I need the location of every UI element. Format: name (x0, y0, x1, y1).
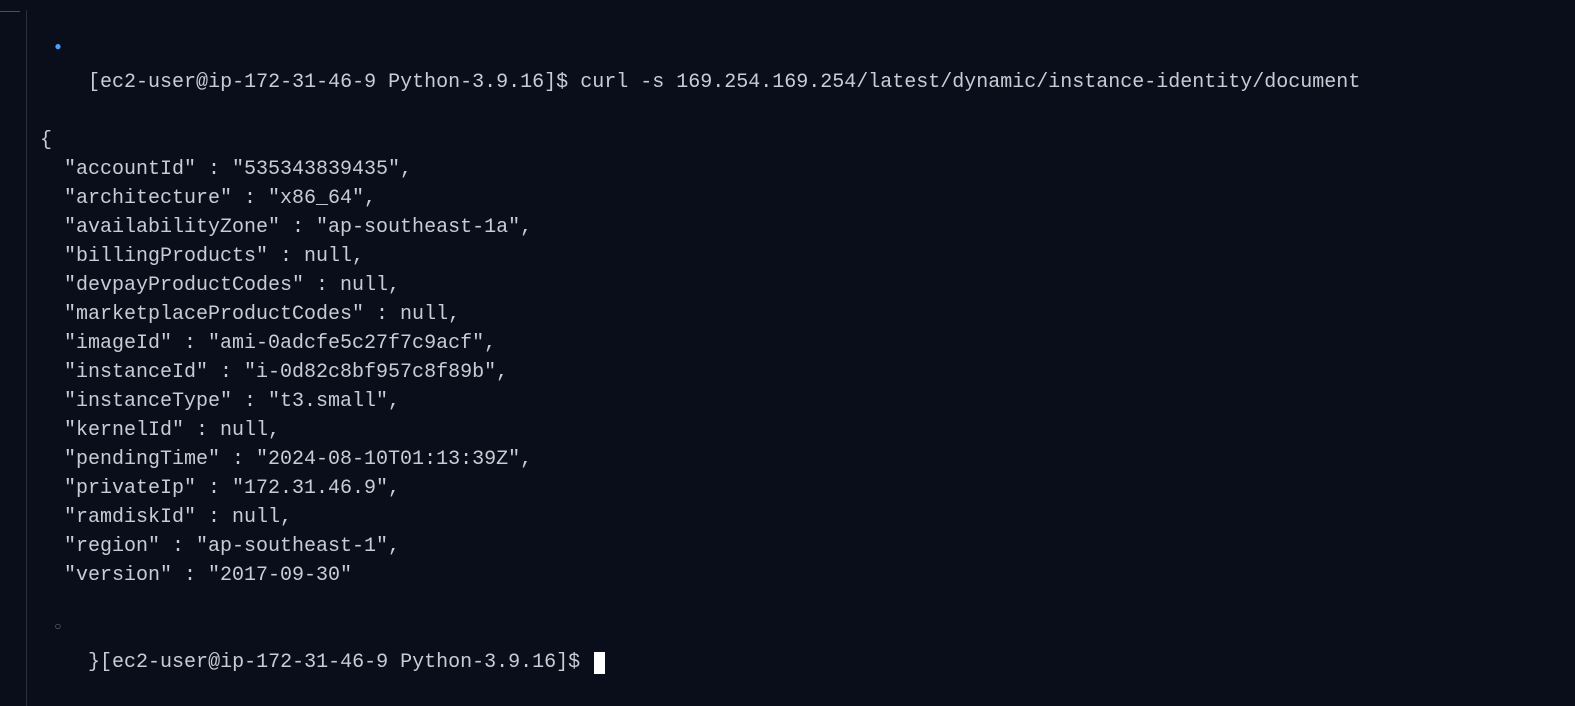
prompt-dir: Python-3.9.16 (388, 71, 544, 94)
prompt2-symbol: $ (568, 651, 580, 674)
json-line-billingproducts: "billingProducts" : null, (40, 242, 1575, 271)
command-text: curl -s 169.254.169.254/latest/dynamic/i… (580, 71, 1360, 94)
json-line-ramdiskid: "ramdiskId" : null, (40, 503, 1575, 532)
prompt2-dir: Python-3.9.16 (400, 651, 556, 674)
prompt2-host: ip-172-31-46-9 (220, 651, 388, 674)
terminal-window[interactable]: ● [ec2-user@ip-172-31-46-9 Python-3.9.16… (0, 10, 1575, 706)
prompt-close-bracket: ] (544, 71, 556, 94)
json-line-marketplaceproductcodes: "marketplaceProductCodes" : null, (40, 300, 1575, 329)
prompt-open-bracket: [ (88, 71, 100, 94)
prompt-user: ec2-user (100, 71, 196, 94)
gutter-border (26, 10, 27, 706)
json-line-kernelid: "kernelId" : null, (40, 416, 1575, 445)
prompt-host: ip-172-31-46-9 (208, 71, 376, 94)
json-line-imageid: "imageId" : "ami-0adcfe5c27f7c9acf", (40, 329, 1575, 358)
prompt-space (376, 71, 388, 94)
prompt-command-space (568, 71, 580, 94)
prompt-at: @ (196, 71, 208, 94)
json-line-instanceid: "instanceId" : "i-0d82c8bf957c8f89b", (40, 358, 1575, 387)
gutter-marker-hollow-icon: ○ (52, 619, 64, 636)
json-line-architecture: "architecture" : "x86_64", (40, 184, 1575, 213)
cursor (594, 652, 605, 674)
json-line-region: "region" : "ap-southeast-1", (40, 532, 1575, 561)
json-line-accountid: "accountId" : "535343839435", (40, 155, 1575, 184)
json-line-availabilityzone: "availabilityZone" : "ap-southeast-1a", (40, 213, 1575, 242)
command-line: ● [ec2-user@ip-172-31-46-9 Python-3.9.16… (40, 10, 1575, 126)
prompt2-trailing-space (580, 651, 592, 674)
json-open-brace: { (40, 126, 1575, 155)
json-line-privateip: "privateIp" : "172.31.46.9", (40, 474, 1575, 503)
prompt2-close-bracket: ] (556, 651, 568, 674)
json-line-instancetype: "instanceType" : "t3.small", (40, 387, 1575, 416)
json-line-devpayproductcodes: "devpayProductCodes" : null, (40, 271, 1575, 300)
prompt2-at: @ (208, 651, 220, 674)
prompt2-space (388, 651, 400, 674)
gutter-marker-filled-icon: ● (52, 39, 64, 56)
prompt-symbol: $ (556, 71, 568, 94)
json-close-brace: } (88, 651, 100, 674)
prompt2-user: ec2-user (112, 651, 208, 674)
json-line-pendingtime: "pendingTime" : "2024-08-10T01:13:39Z", (40, 445, 1575, 474)
prompt2-open-bracket: [ (100, 651, 112, 674)
next-prompt-line[interactable]: ○ }[ec2-user@ip-172-31-46-9 Python-3.9.1… (40, 590, 1575, 706)
